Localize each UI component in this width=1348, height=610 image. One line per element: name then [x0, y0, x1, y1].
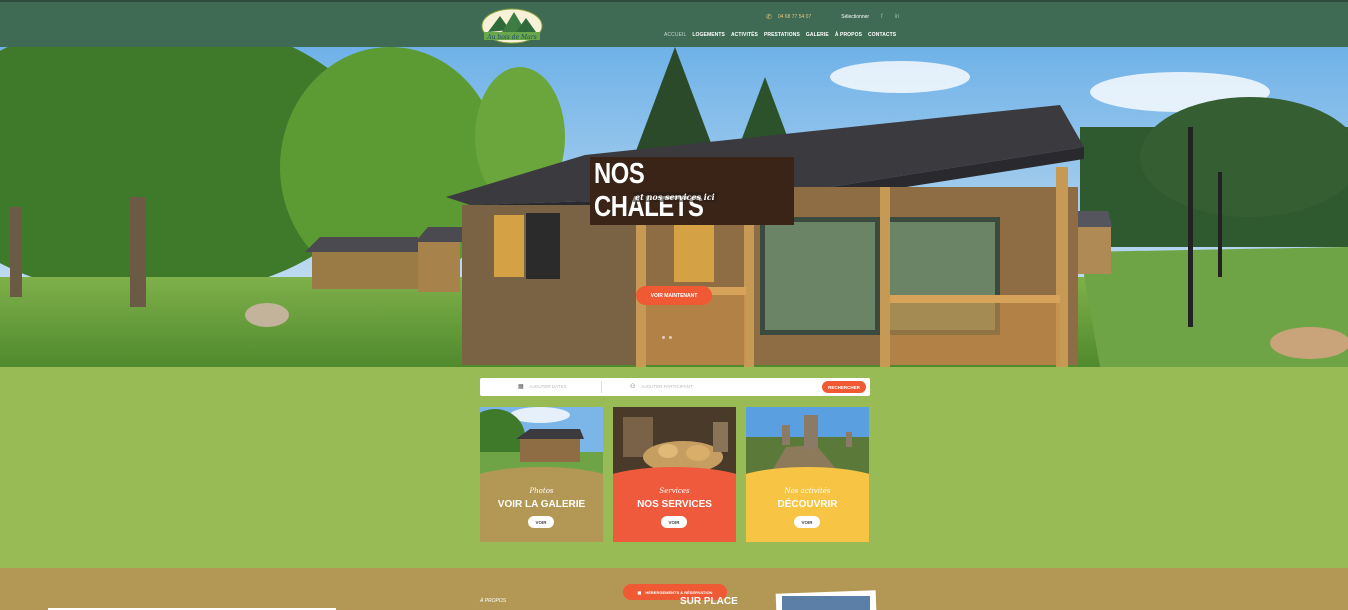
view-now-button[interactable]: VOIR MAINTENANT	[636, 286, 712, 305]
instagram-icon[interactable]: in	[895, 14, 900, 20]
gallery-card-subtitle: Photos	[529, 487, 554, 495]
hero-title: NOS CHALETS	[594, 158, 704, 223]
nav-item-galerie[interactable]: GALERIE	[806, 32, 829, 38]
gallery-card-title: VOIR LA GALERIE	[497, 499, 586, 510]
services-card-title: NOS SERVICES	[637, 499, 712, 510]
main-nav: ACCUEIL LOGEMENTS ACTIVITÉS PRESTATIONS …	[664, 32, 896, 38]
booking-button-label: HÉBERGEMENTS & RÉSERVATION	[645, 589, 713, 595]
site-header: Au bois de Mars ✆ 04 68 77 54 07 Sélecti…	[0, 0, 1348, 47]
services-card[interactable]: Services NOS SERVICES VOIR	[613, 407, 736, 542]
hero-banner: NOS CHALETS et nos services ici VOIR MAI…	[0, 47, 1348, 367]
slider-dot[interactable]	[662, 336, 665, 339]
services-card-subtitle: Services	[659, 487, 690, 495]
nav-item-a-propos[interactable]: À PROPOS	[835, 32, 862, 38]
about-section: À PROPOS ▦ HÉBERGEMENTS & RÉSERVATION SU…	[0, 568, 1348, 610]
header-topline: ✆ 04 68 77 54 07 Sélectionner f in	[766, 13, 899, 21]
dates-field[interactable]: ▦ AJOUTER DATES	[518, 383, 567, 390]
nav-item-contacts[interactable]: CONTACTS	[868, 32, 896, 38]
nav-item-accueil[interactable]: ACCUEIL	[664, 32, 686, 38]
gallery-view-button[interactable]: VOIR	[528, 516, 554, 528]
activities-card-subtitle: Nos activités	[784, 487, 831, 495]
hero-subtitle: et nos services ici	[633, 192, 717, 202]
facebook-icon[interactable]: f	[881, 14, 883, 20]
booking-search-bar: ▦ AJOUTER DATES ⚇ AJOUTER PARTICIPANT RE…	[480, 378, 870, 396]
about-label: À PROPOS	[480, 598, 507, 604]
slider-dots[interactable]	[662, 336, 672, 339]
services-view-button[interactable]: VOIR	[661, 516, 687, 528]
phone-number[interactable]: 04 68 77 54 07	[778, 14, 811, 20]
nav-item-prestations[interactable]: PRESTATIONS	[764, 32, 800, 38]
search-button[interactable]: RECHERCHER	[822, 381, 866, 393]
hero-title-box: NOS CHALETS	[590, 157, 794, 225]
activities-card-title: DÉCOUVRIR	[777, 499, 838, 510]
people-icon: ⚇	[630, 384, 636, 390]
photo-stack-image	[775, 590, 877, 610]
phone-icon: ✆	[766, 14, 772, 21]
dates-placeholder: AJOUTER DATES	[529, 384, 567, 389]
search-divider	[601, 381, 602, 393]
activities-view-button[interactable]: VOIR	[794, 516, 820, 528]
guests-field[interactable]: ⚇ AJOUTER PARTICIPANT	[630, 383, 693, 390]
nav-item-logements[interactable]: LOGEMENTS	[692, 32, 725, 38]
guests-placeholder: AJOUTER PARTICIPANT	[641, 384, 693, 389]
slider-dot[interactable]	[669, 336, 672, 339]
nav-item-activites[interactable]: ACTIVITÉS	[731, 32, 758, 38]
language-selector[interactable]: Sélectionner	[841, 14, 869, 20]
site-logo[interactable]: Au bois de Mars	[480, 8, 544, 44]
about-heading: SUR PLACE	[680, 596, 738, 607]
svg-text:Au bois de Mars: Au bois de Mars	[486, 34, 536, 41]
calendar-icon: ▦	[637, 589, 642, 595]
activities-card[interactable]: Nos activités DÉCOUVRIR VOIR	[746, 407, 869, 542]
gallery-card[interactable]: Photos VOIR LA GALERIE VOIR	[480, 407, 603, 542]
calendar-icon: ▦	[518, 384, 524, 390]
